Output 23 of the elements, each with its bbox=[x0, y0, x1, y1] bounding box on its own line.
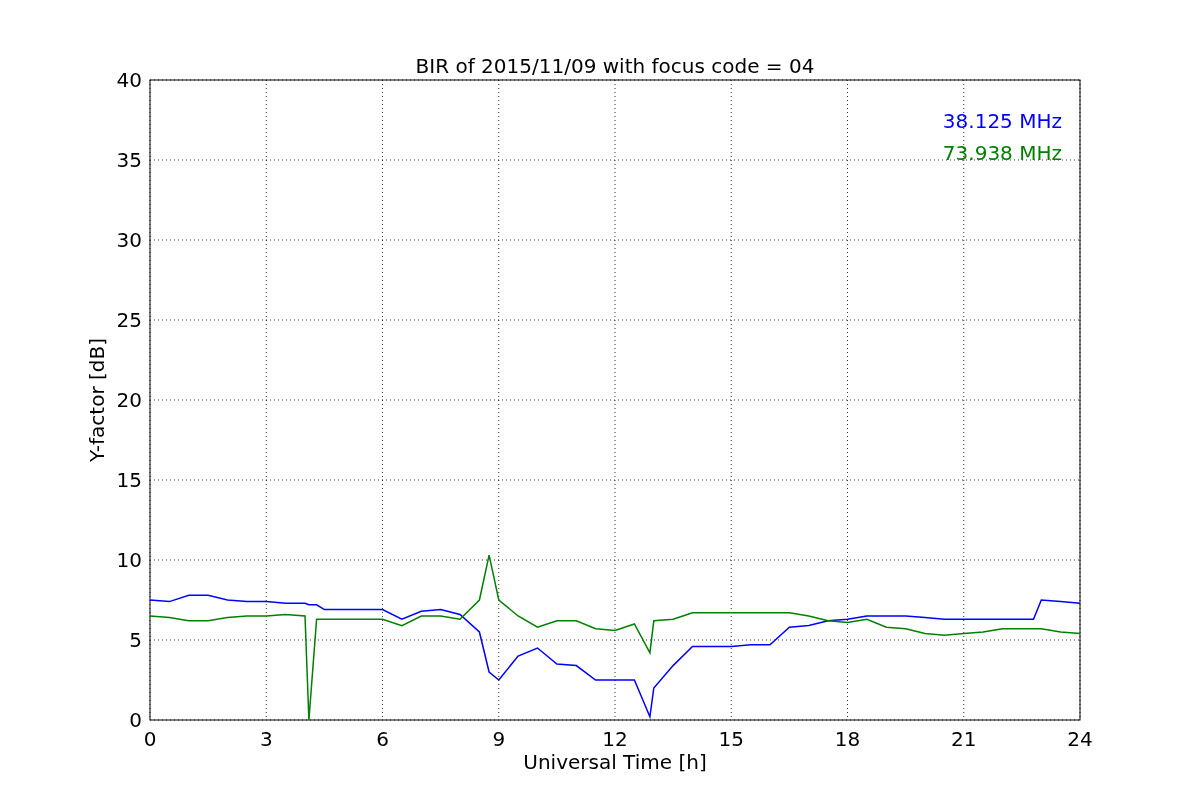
legend-label: 38.125 MHz bbox=[942, 109, 1062, 133]
tick-label: 0 bbox=[129, 708, 142, 732]
tick-label: 5 bbox=[129, 628, 142, 652]
axis-title: Universal Time [h] bbox=[523, 750, 707, 774]
tick-label: 12 bbox=[602, 727, 628, 751]
tick-label: 18 bbox=[834, 727, 861, 751]
tick-label: 0 bbox=[143, 727, 157, 751]
tick-label: 21 bbox=[951, 727, 977, 751]
tick-label: 15 bbox=[718, 727, 744, 751]
tick-label: 6 bbox=[376, 727, 389, 751]
tick-label: 24 bbox=[1067, 727, 1093, 751]
axis-title: Y-factor [dB] bbox=[85, 338, 109, 462]
tick-label: 30 bbox=[116, 228, 142, 252]
tick-label: 25 bbox=[116, 308, 142, 332]
chart-title: BIR of 2015/11/09 with focus code = 04 bbox=[415, 54, 815, 78]
tick-label: 15 bbox=[116, 468, 142, 492]
tick-label: 9 bbox=[492, 727, 506, 751]
tick-label: 20 bbox=[116, 388, 142, 412]
legend-label: 73.938 MHz bbox=[942, 141, 1062, 165]
tick-label: 10 bbox=[116, 548, 142, 572]
tick-label: 35 bbox=[116, 148, 142, 172]
tick-label: 3 bbox=[259, 727, 273, 751]
tick-label: 40 bbox=[116, 68, 142, 92]
